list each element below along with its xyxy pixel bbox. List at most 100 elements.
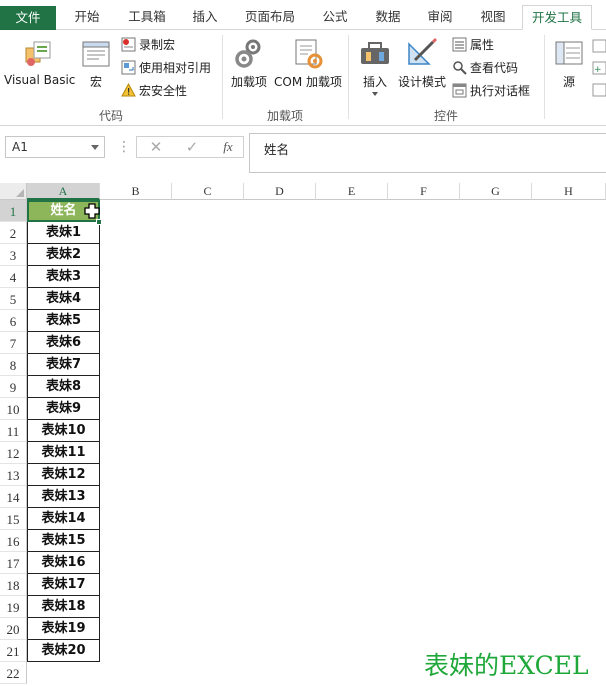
tab-data[interactable]: 数据 (364, 5, 412, 30)
enter-icon[interactable]: ✓ (179, 137, 205, 157)
row-header-3[interactable]: 3 (0, 244, 27, 266)
row-header-17[interactable]: 17 (0, 552, 27, 574)
row-header-1[interactable]: 1 (0, 200, 27, 222)
row-header-7[interactable]: 7 (0, 332, 27, 354)
macros-label: 宏 (89, 75, 102, 89)
cell-a6[interactable]: 表妹5 (27, 310, 100, 332)
row-header-16[interactable]: 16 (0, 530, 27, 552)
macros-button[interactable]: 宏 (78, 36, 114, 90)
tab-file[interactable]: 文件 (0, 6, 56, 30)
row-header-8[interactable]: 8 (0, 354, 27, 376)
select-all-corner[interactable] (0, 183, 27, 200)
column-header-h[interactable]: H (532, 183, 606, 200)
fill-handle[interactable] (96, 219, 102, 225)
row-header-12[interactable]: 12 (0, 442, 27, 464)
tab-home[interactable]: 开始 (60, 5, 114, 30)
cell-a9[interactable]: 表妹8 (27, 376, 100, 398)
column-header-a[interactable]: A (27, 183, 100, 200)
cell-a19[interactable]: 表妹18 (27, 596, 100, 618)
row-header-11[interactable]: 11 (0, 420, 27, 442)
com-addins-button[interactable]: COM 加载项 (272, 36, 344, 90)
run-dialog-label: 执行对话框 (470, 84, 531, 98)
row-header-4[interactable]: 4 (0, 266, 27, 288)
design-mode-button[interactable]: 设计模式 (396, 36, 448, 90)
row-header-19[interactable]: 19 (0, 596, 27, 618)
use-relative-references-label: 使用相对引用 (139, 61, 212, 75)
row-header-20[interactable]: 20 (0, 618, 27, 640)
record-macro-button[interactable]: 录制宏 (121, 35, 175, 55)
row-header-10[interactable]: 10 (0, 398, 27, 420)
design-mode-icon (408, 37, 438, 65)
ribbon-tab-bar: 文件 开始 工具箱 插入 页面布局 公式 数据 审阅 视图 开发工具 (0, 0, 606, 30)
cell-a20[interactable]: 表妹19 (27, 618, 100, 640)
view-code-button[interactable]: 查看代码 (452, 58, 518, 78)
insert-control-label: 插入 (362, 75, 387, 89)
cell-a2[interactable]: 表妹1 (27, 222, 100, 244)
spreadsheet-grid[interactable]: ABCDEFGH 1 2 3 4 5 6 7 8 9 10 11 12 13 14 15 16 17 18 19 20… (0, 183, 606, 686)
com-addins-label: COM 加载项 (274, 75, 342, 89)
design-mode-label: 设计模式 (397, 75, 446, 89)
cell-a13[interactable]: 表妹12 (27, 464, 100, 486)
xml-source-button[interactable]: 源 (552, 36, 586, 90)
tab-view[interactable]: 视图 (468, 5, 518, 30)
tab-formulas[interactable]: 公式 (310, 5, 360, 30)
cell-a4[interactable]: 表妹3 (27, 266, 100, 288)
cell-a18[interactable]: 表妹17 (27, 574, 100, 596)
xml-map-icon: + (592, 39, 606, 97)
cell-a17[interactable]: 表妹16 (27, 552, 100, 574)
visual-basic-icon (25, 41, 51, 66)
row-header-14[interactable]: 14 (0, 486, 27, 508)
name-box[interactable]: A1 (5, 136, 105, 158)
chevron-down-icon[interactable] (91, 145, 99, 150)
formula-input[interactable]: 姓名 (249, 133, 606, 173)
column-header-d[interactable]: D (244, 183, 316, 200)
cell-a10[interactable]: 表妹9 (27, 398, 100, 420)
row-header-15[interactable]: 15 (0, 508, 27, 530)
tab-review[interactable]: 审阅 (416, 5, 464, 30)
cell-a7[interactable]: 表妹6 (27, 332, 100, 354)
cell-a11[interactable]: 表妹10 (27, 420, 100, 442)
use-relative-references-button[interactable]: 使用相对引用 (121, 58, 211, 78)
chevron-down-icon (372, 92, 378, 96)
insert-control-button[interactable]: 插入 (356, 36, 394, 96)
row-header-9[interactable]: 9 (0, 376, 27, 398)
group-separator (544, 35, 545, 119)
column-header-c[interactable]: C (172, 183, 244, 200)
tab-insert[interactable]: 插入 (180, 5, 230, 30)
addins-group-label: 加载项 (266, 109, 303, 123)
row-header-2[interactable]: 2 (0, 222, 27, 244)
column-header-e[interactable]: E (316, 183, 388, 200)
cell-a16[interactable]: 表妹15 (27, 530, 100, 552)
insert-function-icon[interactable]: fx (215, 137, 241, 157)
tab-toolbox[interactable]: 工具箱 (118, 5, 176, 30)
tab-developer[interactable]: 开发工具 (522, 5, 592, 30)
cell-a8[interactable]: 表妹7 (27, 354, 100, 376)
cell-a12[interactable]: 表妹11 (27, 442, 100, 464)
visual-basic-button[interactable]: Visual Basic (4, 36, 75, 87)
row-header-18[interactable]: 18 (0, 574, 27, 596)
cell-a3[interactable]: 表妹2 (27, 244, 100, 266)
column-header-f[interactable]: F (388, 183, 460, 200)
com-addins-icon (295, 39, 323, 69)
row-header-6[interactable]: 6 (0, 310, 27, 332)
more-vertical-icon[interactable]: ⋮ (117, 138, 131, 156)
tab-page-layout[interactable]: 页面布局 (234, 5, 306, 30)
row-header-13[interactable]: 13 (0, 464, 27, 486)
row-header-5[interactable]: 5 (0, 288, 27, 310)
column-header-g[interactable]: G (460, 183, 532, 200)
cancel-icon[interactable]: ✕ (143, 137, 169, 157)
cell-a21[interactable]: 表妹20 (27, 640, 100, 662)
addins-button[interactable]: 加载项 (228, 36, 270, 90)
row-header-21[interactable]: 21 (0, 640, 27, 662)
record-macro-label: 录制宏 (139, 38, 176, 52)
xml-more-icons[interactable]: + (592, 38, 606, 98)
properties-button[interactable]: 属性 (452, 35, 494, 55)
column-header-b[interactable]: B (100, 183, 172, 200)
macro-security-button[interactable]: 宏安全性 (121, 81, 187, 101)
cell-a14[interactable]: 表妹13 (27, 486, 100, 508)
row-header-22[interactable]: 22 (0, 662, 27, 684)
cell-a5[interactable]: 表妹4 (27, 288, 100, 310)
run-dialog-button[interactable]: 执行对话框 (452, 81, 530, 101)
name-box-value: A1 (12, 140, 28, 154)
cell-a15[interactable]: 表妹14 (27, 508, 100, 530)
